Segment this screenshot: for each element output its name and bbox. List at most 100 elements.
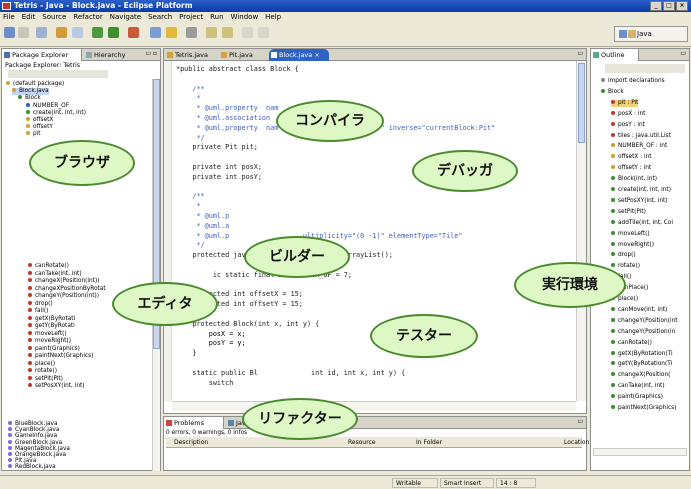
outline-item[interactable]: pit : Pit	[611, 99, 639, 107]
code-line[interactable]: /**	[176, 192, 204, 201]
col-description[interactable]: Description	[174, 437, 208, 448]
col-location[interactable]: Location	[564, 437, 589, 448]
open-type-icon[interactable]	[72, 27, 83, 38]
outline-item[interactable]: paint(Graphics)	[611, 394, 663, 401]
menu-search[interactable]: Search	[148, 12, 172, 23]
tree-item[interactable]: rotate()	[28, 368, 57, 375]
menu-file[interactable]: File	[3, 12, 15, 23]
external-tools-icon[interactable]	[128, 27, 139, 38]
search-icon[interactable]	[186, 27, 197, 38]
outline-item[interactable]: import declarations	[601, 78, 665, 85]
close-button[interactable]: ×	[676, 1, 688, 11]
editor-vscrollbar[interactable]	[576, 61, 586, 401]
minimize-button[interactable]: _	[650, 1, 662, 11]
code-line[interactable]: }	[176, 349, 196, 358]
annotation-prev-icon[interactable]	[222, 27, 233, 38]
outline-item[interactable]: canRotate()	[611, 339, 652, 347]
tab-pit-java[interactable]: Pit.java	[219, 49, 267, 61]
outline-item[interactable]: changeX(Position(	[611, 372, 670, 379]
tree-item[interactable]: setPosXY(int, int)	[28, 383, 85, 390]
outline-menu-icon[interactable]: ▭	[680, 50, 686, 57]
tree-item[interactable]: Block.java	[12, 88, 49, 96]
outline-item[interactable]: getY(ByRotation(Ti	[611, 361, 672, 368]
back-icon[interactable]	[242, 27, 253, 38]
debug-icon[interactable]	[92, 27, 103, 38]
outline-item[interactable]: moveLeft()	[611, 230, 650, 238]
editor-hscrollbar[interactable]	[172, 401, 576, 411]
code-line[interactable]: posY = y;	[176, 339, 246, 348]
annotation-next-icon[interactable]	[206, 27, 217, 38]
outline-item[interactable]: posY : int	[611, 121, 645, 129]
outline-item[interactable]: setPit(Pit)	[611, 208, 646, 216]
outline-item[interactable]: setPosXY(int, int)	[611, 197, 668, 205]
tree-item[interactable]: changeXPositionByRotat	[28, 285, 106, 293]
tree-item[interactable]: RedBlock.java	[8, 464, 56, 471]
tree-item[interactable]: getY(ByRotati	[28, 323, 75, 330]
perspective-switcher[interactable]: Java	[614, 26, 688, 42]
code-line[interactable]: * @uml.p	[176, 212, 229, 221]
tab-problems[interactable]: Problems	[164, 417, 224, 429]
menu-navigate[interactable]: Navigate	[110, 12, 141, 23]
menu-project[interactable]: Project	[179, 12, 203, 23]
outline-item[interactable]: offsetY : int	[611, 165, 651, 172]
outline-item[interactable]: tiles : java.util.List	[611, 132, 671, 140]
tree-item[interactable]: changeX(Position(int))	[28, 278, 99, 285]
tree-item[interactable]: fall()	[28, 308, 48, 315]
tree-item[interactable]: moveRight()	[28, 338, 71, 345]
tab-outline[interactable]: Outline	[591, 49, 639, 61]
editor-maximize-icon[interactable]: ▭	[577, 50, 583, 57]
outline-item[interactable]: changeY(Position(in	[611, 328, 675, 336]
outline-item[interactable]: create(int, int, int)	[611, 187, 671, 194]
tree-item[interactable]: canTake(int, int)	[28, 270, 82, 278]
code-line[interactable]: private int posX;	[176, 163, 262, 172]
code-line[interactable]: */	[176, 134, 204, 143]
code-line[interactable]: * @uml.a	[176, 222, 229, 231]
menu-window[interactable]: Window	[231, 12, 259, 23]
tree-item[interactable]: drop()	[28, 300, 53, 308]
code-line[interactable]: posX = x;	[176, 330, 246, 339]
save-icon[interactable]	[18, 27, 29, 38]
outline-hscrollbar[interactable]	[593, 448, 687, 456]
outline-item[interactable]: changeY(Position(int	[611, 317, 678, 325]
code-line[interactable]: static public Bl int id, int x, int y) {	[176, 369, 405, 378]
outline-item[interactable]: canTake(int, int)	[611, 383, 665, 390]
tree-item[interactable]: paintNext(Graphics)	[28, 353, 93, 360]
print-icon[interactable]	[36, 27, 47, 38]
outline-item[interactable]: Block(int, int)	[611, 176, 657, 183]
tab-hierarchy[interactable]: Hierarchy	[84, 49, 144, 61]
outline-item[interactable]: drop()	[611, 252, 636, 259]
tree-item[interactable]: offsetX	[26, 117, 53, 124]
code-line[interactable]: *	[176, 94, 200, 103]
col-resource[interactable]: Resource	[348, 437, 376, 448]
tree-item[interactable]: canRotate()	[28, 263, 69, 270]
explorer-scrollbar[interactable]	[152, 79, 160, 471]
code-line[interactable]: * @uml.property nam	[176, 104, 278, 113]
problems-view-menu-icon[interactable]: ▭	[577, 418, 583, 425]
tree-item[interactable]: place()	[28, 360, 55, 368]
tree-item[interactable]: pit	[26, 131, 41, 138]
code-line[interactable]: * @uml.association	[176, 114, 270, 123]
build-icon[interactable]	[56, 27, 67, 38]
new-class-icon[interactable]	[166, 27, 177, 38]
maximize-button[interactable]: □	[663, 1, 675, 11]
menu-help[interactable]: Help	[265, 12, 281, 23]
code-line[interactable]: /**	[176, 85, 204, 94]
col-in-folder[interactable]: In Folder	[416, 437, 442, 448]
tree-item[interactable]: moveLeft()	[28, 330, 67, 338]
menu-edit[interactable]: Edit	[22, 12, 36, 23]
code-line[interactable]: *public abstract class Block {	[176, 65, 299, 74]
menu-run[interactable]: Run	[210, 12, 223, 23]
outline-item[interactable]: NUMBER_OF : int	[611, 143, 667, 150]
code-line[interactable]: private int posY;	[176, 173, 262, 182]
run-icon[interactable]	[108, 27, 119, 38]
code-line[interactable]: */	[176, 241, 204, 250]
code-line[interactable]: switch	[176, 379, 234, 388]
new-package-icon[interactable]	[150, 27, 161, 38]
tab-block-java[interactable]: Block.java ×	[269, 49, 329, 61]
tree-item[interactable]: create(int, int, int)	[26, 109, 86, 117]
outline-item[interactable]: offsetX : int	[611, 154, 652, 161]
outline-item[interactable]: paintNext(Graphics)	[611, 405, 676, 412]
tree-item[interactable]: Block	[18, 95, 41, 102]
code-line[interactable]: *	[176, 202, 200, 211]
tree-item[interactable]: (default package)	[6, 81, 64, 88]
